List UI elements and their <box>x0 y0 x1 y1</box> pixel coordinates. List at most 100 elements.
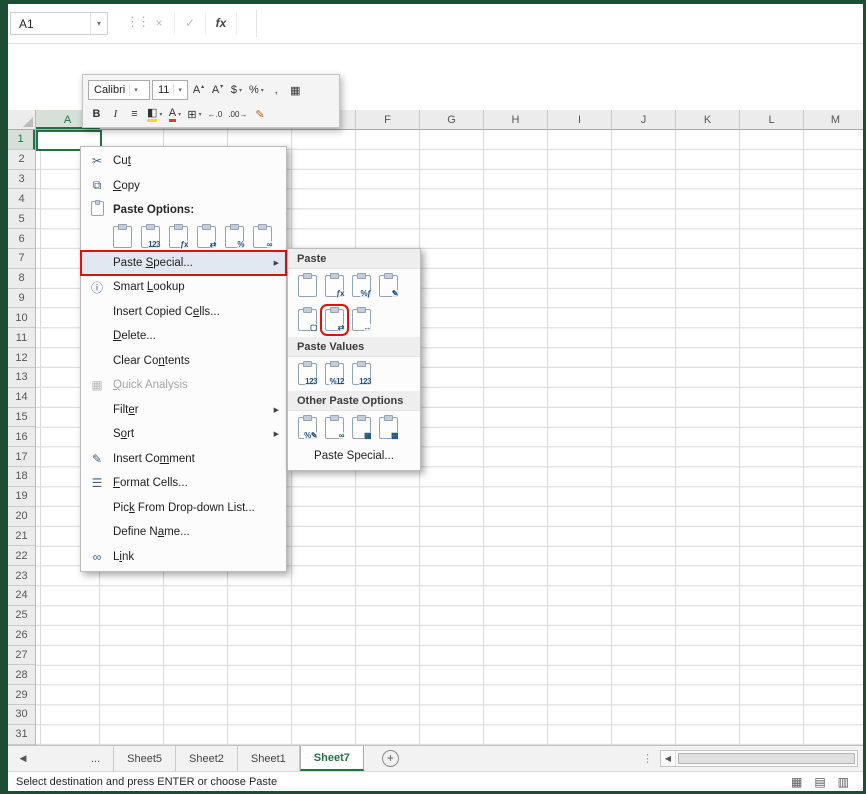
select-all-button[interactable] <box>8 110 36 130</box>
submenu-values-number-formatting-icon[interactable]: %12 <box>325 363 344 385</box>
format-painter-button[interactable]: ✎ <box>251 104 268 124</box>
row-header-23[interactable]: 23 <box>8 566 35 586</box>
menu-item-cut[interactable]: ✂Cut <box>81 149 286 174</box>
paste-option-paste-icon[interactable] <box>113 226 132 248</box>
tab-overflow[interactable]: ... <box>78 746 114 771</box>
page-layout-view-button[interactable]: ▤ <box>814 775 825 789</box>
row-header-1[interactable]: 1 <box>8 130 35 150</box>
row-header-30[interactable]: 30 <box>8 705 35 725</box>
paste-option-values-icon[interactable]: 123 <box>141 226 160 248</box>
scrollbar-thumb[interactable] <box>678 753 855 764</box>
percent-style-button[interactable]: % <box>247 80 266 100</box>
menu-item-clear-contents[interactable]: Clear Contents <box>81 349 286 374</box>
column-header-i[interactable]: I <box>548 110 612 129</box>
row-header-13[interactable]: 13 <box>8 368 35 388</box>
tab-sheet2[interactable]: Sheet2 <box>176 746 238 771</box>
decrease-decimal-button[interactable]: .00→ <box>226 104 249 124</box>
menu-item-filter[interactable]: Filter <box>81 398 286 423</box>
row-header-26[interactable]: 26 <box>8 626 35 646</box>
insert-function-icon[interactable]: fx <box>206 12 237 35</box>
column-header-f[interactable]: F <box>356 110 420 129</box>
name-box-dropdown-icon[interactable]: ▾ <box>90 13 107 34</box>
comma-style-button[interactable]: , <box>268 80 285 100</box>
paste-option-formatting-icon[interactable]: % <box>225 226 244 248</box>
cell-styles-button[interactable]: ▦ <box>287 80 304 100</box>
submenu-picture-icon[interactable]: ▦ <box>352 417 371 439</box>
submenu-paste-special-item[interactable]: Paste Special... <box>288 445 420 468</box>
menu-item-insert-comment[interactable]: ✎Insert Comment <box>81 447 286 472</box>
row-header-15[interactable]: 15 <box>8 408 35 428</box>
menu-item-link[interactable]: ∞Link <box>81 545 286 570</box>
submenu-no-borders-icon[interactable]: ▢ <box>298 309 317 331</box>
submenu-values-source-formatting-icon[interactable]: 123 <box>352 363 371 385</box>
horizontal-scrollbar[interactable]: ◀ <box>660 750 858 767</box>
enter-icon[interactable]: ✓ <box>175 12 206 35</box>
menu-item-paste-options[interactable]: Paste Options: <box>81 198 286 223</box>
row-header-9[interactable]: 9 <box>8 289 35 309</box>
column-header-l[interactable]: L <box>740 110 804 129</box>
column-header-g[interactable]: G <box>420 110 484 129</box>
sheet-scroll-left-icon[interactable]: ◀ <box>8 746 38 771</box>
row-header-10[interactable]: 10 <box>8 308 35 328</box>
row-header-2[interactable]: 2 <box>8 150 35 170</box>
row-header-18[interactable]: 18 <box>8 467 35 487</box>
scrollbar-left-arrow-icon[interactable]: ◀ <box>661 751 676 766</box>
shrink-font-button[interactable]: A▾ <box>209 80 226 100</box>
row-header-17[interactable]: 17 <box>8 447 35 467</box>
row-header-11[interactable]: 11 <box>8 328 35 348</box>
paste-option-link-icon[interactable]: ∞ <box>253 226 272 248</box>
font-size-combo[interactable]: 11 <box>152 80 188 100</box>
row-header-6[interactable]: 6 <box>8 229 35 249</box>
row-header-20[interactable]: 20 <box>8 507 35 527</box>
row-header-4[interactable]: 4 <box>8 189 35 209</box>
row-header-27[interactable]: 27 <box>8 646 35 666</box>
submenu-paste-link-icon[interactable]: ∞ <box>325 417 344 439</box>
paste-clipboard-glyph[interactable] <box>91 201 104 216</box>
menu-item-paste-special[interactable]: Paste Special... <box>81 251 286 276</box>
row-header-12[interactable]: 12 <box>8 348 35 368</box>
row-header-7[interactable]: 7 <box>8 249 35 269</box>
name-box[interactable]: A1 ▾ <box>10 12 108 35</box>
tab-splitter-icon[interactable]: ⋮ <box>642 752 653 765</box>
borders-button[interactable]: ⊞ <box>185 104 203 124</box>
page-break-preview-button[interactable]: ▥ <box>838 775 849 789</box>
formula-bar-input[interactable] <box>256 10 863 37</box>
row-header-31[interactable]: 31 <box>8 725 35 745</box>
row-header-5[interactable]: 5 <box>8 209 35 229</box>
submenu-transpose-icon[interactable]: ⇄ <box>325 309 344 331</box>
font-color-button[interactable]: A <box>166 104 183 124</box>
menu-item-sort[interactable]: Sort <box>81 422 286 447</box>
row-header-14[interactable]: 14 <box>8 388 35 408</box>
row-header-21[interactable]: 21 <box>8 527 35 547</box>
row-header-19[interactable]: 19 <box>8 487 35 507</box>
row-header-22[interactable]: 22 <box>8 546 35 566</box>
paste-option-transpose-icon[interactable]: ⇄ <box>197 226 216 248</box>
row-header-25[interactable]: 25 <box>8 606 35 626</box>
menu-item-format-cells[interactable]: ☰Format Cells... <box>81 471 286 496</box>
submenu-formatting-icon[interactable]: %✎ <box>298 417 317 439</box>
row-header-28[interactable]: 28 <box>8 665 35 685</box>
column-header-k[interactable]: K <box>676 110 740 129</box>
menu-item-insert-copied-cells[interactable]: Insert Copied Cells... <box>81 300 286 325</box>
row-header-24[interactable]: 24 <box>8 586 35 606</box>
column-header-m[interactable]: M <box>804 110 863 129</box>
row-header-8[interactable]: 8 <box>8 269 35 289</box>
menu-item-copy[interactable]: ⧉Copy <box>81 174 286 199</box>
menu-item-define-name[interactable]: Define Name... <box>81 520 286 545</box>
column-header-h[interactable]: H <box>484 110 548 129</box>
submenu-linked-picture-icon[interactable]: ▩ <box>379 417 398 439</box>
paste-option-formulas-icon[interactable]: ƒx <box>169 226 188 248</box>
row-header-3[interactable]: 3 <box>8 170 35 190</box>
bold-button[interactable]: B <box>88 104 105 124</box>
tab-sheet5[interactable]: Sheet5 <box>114 746 176 771</box>
submenu-keep-source-formatting-icon[interactable]: ✎ <box>379 275 398 297</box>
submenu-keep-source-column-widths-icon[interactable]: ↔ <box>352 309 371 331</box>
row-header-16[interactable]: 16 <box>8 427 35 447</box>
center-align-button[interactable]: ≡ <box>126 104 143 124</box>
menu-item-delete[interactable]: Delete... <box>81 324 286 349</box>
increase-decimal-button[interactable]: ←.0 <box>206 104 225 124</box>
italic-button[interactable]: I <box>107 104 124 124</box>
grow-font-button[interactable]: A▴ <box>190 80 207 100</box>
tab-sheet7[interactable]: Sheet7 <box>300 746 364 771</box>
accounting-format-button[interactable]: $ <box>228 80 245 100</box>
